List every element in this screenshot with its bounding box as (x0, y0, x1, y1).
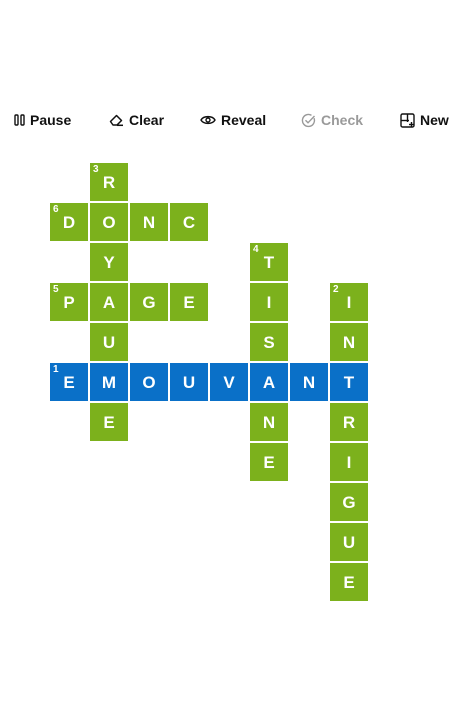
cell-letter: D (62, 213, 76, 232)
clue-number: 5 (53, 284, 59, 295)
cell-letter: E (183, 293, 195, 312)
crossword-cell[interactable]: 6D (50, 203, 88, 241)
crossword-cell[interactable]: E (250, 443, 288, 481)
cell-letter: S (263, 333, 275, 352)
cell-letter: G (142, 293, 156, 312)
crossword-cell[interactable]: 3R (90, 163, 128, 201)
crossword-cell[interactable]: I (250, 283, 288, 321)
crossword-cell[interactable]: 2I (330, 283, 368, 321)
crossword-cell[interactable]: T (330, 363, 368, 401)
crossword-cell[interactable]: E (330, 563, 368, 601)
clue-number: 3 (93, 164, 99, 175)
clue-number: 2 (333, 284, 339, 295)
crossword-cell[interactable]: N (130, 203, 168, 241)
cell-letter: U (182, 373, 196, 392)
cell-letter: E (103, 413, 115, 432)
cell-letter: E (63, 373, 75, 392)
cell-letter: P (63, 293, 75, 312)
crossword-cell[interactable]: N (330, 323, 368, 361)
crossword-cell[interactable]: U (90, 323, 128, 361)
clue-number: 1 (53, 364, 59, 375)
crossword-cell[interactable]: N (250, 403, 288, 441)
crossword-cell[interactable]: O (130, 363, 168, 401)
crossword-cell[interactable]: U (170, 363, 208, 401)
crossword-cell[interactable]: V (210, 363, 248, 401)
cell-letter: I (266, 293, 272, 312)
crossword-cell[interactable]: A (90, 283, 128, 321)
cell-letter: M (101, 373, 117, 392)
crossword-cell[interactable]: 4T (250, 243, 288, 281)
cell-letter: C (182, 213, 196, 232)
clue-number: 4 (253, 244, 259, 255)
clue-number: 6 (53, 204, 59, 215)
crossword-cell[interactable]: 1E (50, 363, 88, 401)
cell-letter: E (263, 453, 275, 472)
cell-letter: E (343, 573, 355, 592)
crossword-cell[interactable]: Y (90, 243, 128, 281)
cell-letter: I (346, 293, 352, 312)
cell-letter: U (342, 533, 356, 552)
cell-letter: T (263, 253, 275, 272)
crossword-cell[interactable]: S (250, 323, 288, 361)
cell-letter: T (343, 373, 355, 392)
cell-letter: G (342, 493, 356, 512)
crossword-grid: 3R6DONCY4T5PAGEI2IUSN1EMOUVANTENREIGUE (0, 0, 473, 709)
crossword-cell[interactable]: R (330, 403, 368, 441)
crossword-cell[interactable]: G (130, 283, 168, 321)
cell-letter: U (102, 333, 116, 352)
crossword-cell[interactable]: M (90, 363, 128, 401)
crossword-cell[interactable]: A (250, 363, 288, 401)
cell-letter: N (142, 213, 156, 232)
cell-letter: N (262, 413, 276, 432)
crossword-cell[interactable]: E (170, 283, 208, 321)
crossword-cell[interactable]: 5P (50, 283, 88, 321)
crossword-cell[interactable]: U (330, 523, 368, 561)
crossword-cell[interactable]: I (330, 443, 368, 481)
cell-letter: V (223, 373, 235, 392)
crossword-cell[interactable]: N (290, 363, 328, 401)
cell-letter: Y (103, 253, 115, 272)
cell-letter: R (102, 173, 116, 192)
crossword-cell[interactable]: G (330, 483, 368, 521)
cell-letter: O (102, 213, 116, 232)
cell-letter: A (102, 293, 116, 312)
cell-letter: A (262, 373, 276, 392)
cell-letter: O (142, 373, 156, 392)
cell-letter: R (342, 413, 356, 432)
cell-letter: N (342, 333, 356, 352)
cell-letter: I (346, 453, 352, 472)
crossword-cell[interactable]: C (170, 203, 208, 241)
crossword-cell[interactable]: O (90, 203, 128, 241)
crossword-cell[interactable]: E (90, 403, 128, 441)
cell-letter: N (302, 373, 316, 392)
